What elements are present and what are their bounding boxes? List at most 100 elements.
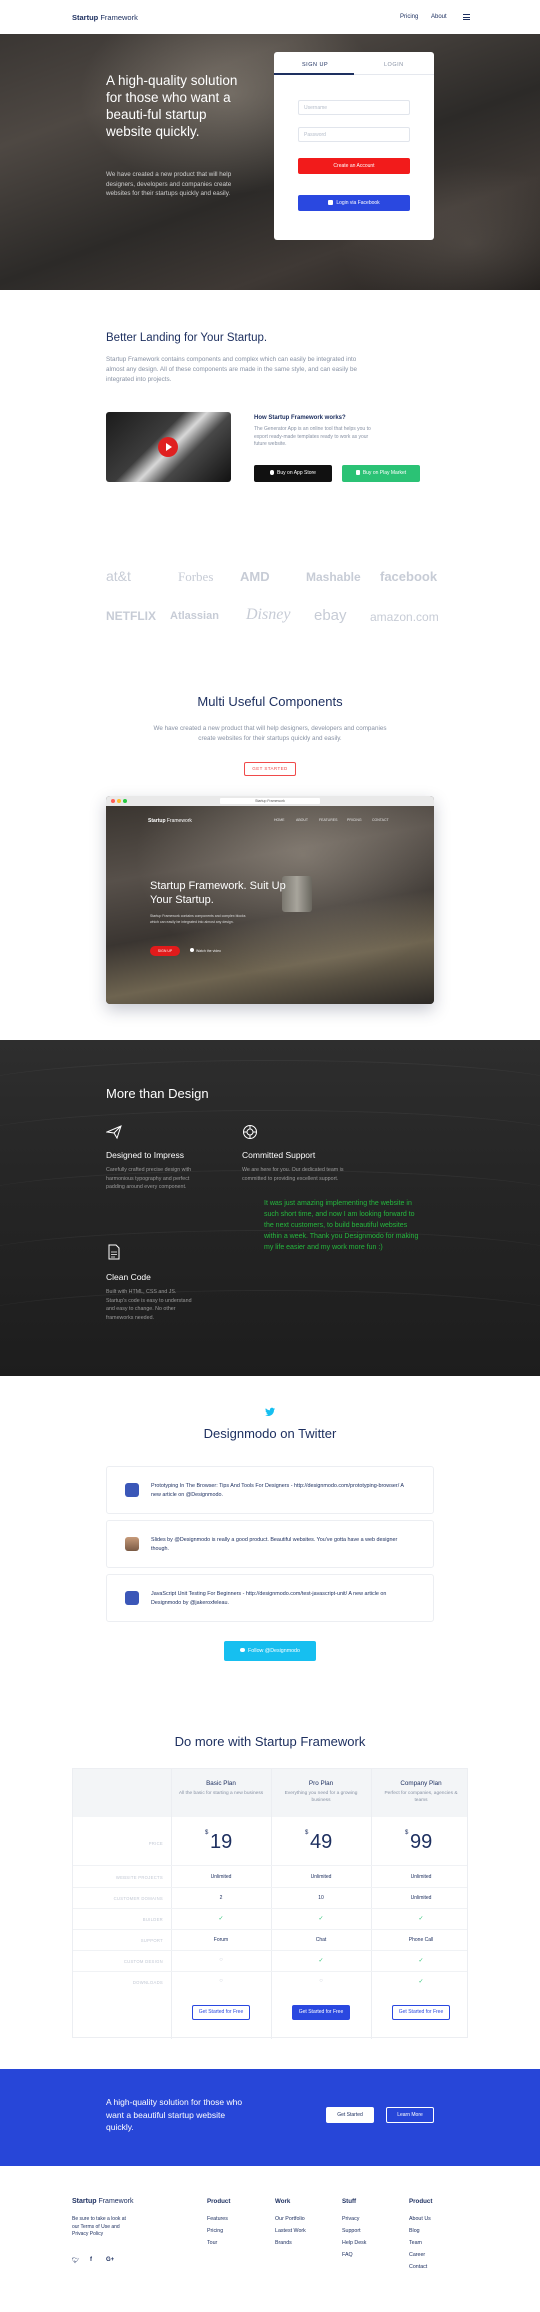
logo-amazon: amazon.com — [370, 610, 439, 624]
mock-video-link: Watch the video — [190, 948, 221, 953]
android-icon — [355, 469, 360, 475]
lifebuoy-icon — [243, 1125, 257, 1139]
footer-link[interactable]: Lastest Work — [275, 2228, 306, 2234]
footer-link[interactable]: FAQ — [342, 2252, 353, 2258]
bg-wave — [0, 1290, 540, 1350]
footer-link[interactable]: Our Portfolio — [275, 2216, 305, 2222]
cell-value: 2 — [219, 1895, 223, 1901]
check-icon: ✓ — [218, 1916, 224, 1922]
cta-get-started-button[interactable]: Get Started — [326, 2107, 374, 2123]
footer-column-title: Product — [207, 2198, 231, 2205]
landing-text: Startup Framework contains components an… — [106, 356, 357, 383]
minimize-dot — [117, 799, 121, 803]
app-store-button[interactable]: Buy on App Store — [254, 465, 332, 482]
footer-link[interactable]: Team — [409, 2240, 422, 2246]
facebook-login-button[interactable]: Login via Facebook — [298, 195, 410, 211]
browser-url-bar: Startup Framework — [220, 798, 320, 804]
tweet-card[interactable]: JavaScript Unit Testing For Beginners - … — [106, 1574, 434, 1622]
plan-name: Basic Plan — [206, 1780, 236, 1787]
pro-plan-button[interactable]: Get Started for Free — [292, 2005, 350, 2020]
nav-link-pricing[interactable]: Pricing — [400, 14, 418, 20]
cell-value: Phone Call — [408, 1937, 434, 1943]
logo-att: at&t — [106, 568, 131, 584]
brand-logo[interactable]: Startup Framework — [72, 13, 138, 22]
video-thumbnail[interactable] — [106, 412, 231, 482]
facebook-icon[interactable]: f — [90, 2257, 92, 2263]
footer-column-title: Stuff — [342, 2198, 357, 2205]
tweet-text: Prototyping In The Browser: Tips And Too… — [151, 1483, 404, 1498]
tab-login[interactable]: LOGIN — [384, 62, 404, 68]
footer-link[interactable]: Tour — [207, 2240, 217, 2246]
twitter-icon[interactable]: 🐦︎ — [72, 2257, 80, 2264]
cell-value: Unlimited — [410, 1874, 432, 1880]
cell-value: Chat — [315, 1937, 327, 1943]
landing-title: Better Landing for Your Startup. — [106, 332, 268, 344]
currency-symbol: $ — [205, 1830, 209, 1836]
footer-link[interactable]: Brands — [275, 2240, 292, 2246]
twitter-icon — [240, 1648, 246, 1652]
logo-amd: AMD — [240, 569, 270, 584]
row-label: CUSTOM DESIGN — [123, 1959, 163, 1964]
footer-link[interactable]: Help Desk — [342, 2240, 366, 2246]
row-label: DOWNLOADS — [132, 1980, 163, 1985]
plan-desc: Everything you need for a growing busine… — [284, 1791, 358, 1803]
footer-link[interactable]: About Us — [409, 2216, 431, 2222]
column-divider — [171, 1769, 172, 2039]
follow-button[interactable]: Follow @Designmodo — [224, 1641, 316, 1661]
company-plan-button[interactable]: Get Started for Free — [392, 2005, 450, 2020]
logo-ebay: ebay — [314, 607, 347, 624]
how-title: How Startup Framework works? — [254, 415, 346, 421]
row-label: CUSTOMER DOMAINS — [113, 1896, 163, 1901]
bg-wave — [0, 1110, 540, 1170]
logo-disney: Disney — [246, 606, 291, 623]
basic-plan-button[interactable]: Get Started for Free — [192, 2005, 250, 2020]
play-icon[interactable] — [158, 437, 178, 457]
tweet-card[interactable]: Slides by @Designmodo is really a good p… — [106, 1520, 434, 1568]
footer-brand[interactable]: Startup Framework — [72, 2198, 133, 2205]
pricing-title: Do more with Startup Framework — [174, 1734, 366, 1749]
hero-subtitle: We have created a new product that will … — [106, 171, 232, 197]
footer-link[interactable]: Blog — [409, 2228, 420, 2234]
username-field[interactable]: Username — [298, 100, 410, 115]
footer-link[interactable]: Support — [342, 2228, 361, 2234]
tab-active-indicator — [274, 73, 354, 75]
play-icon — [190, 948, 194, 952]
unavailable-icon: ○ — [319, 1978, 323, 1984]
footer-link[interactable]: Features — [207, 2216, 228, 2222]
plan-price: 49 — [310, 1831, 333, 1853]
footer-link[interactable]: Contact — [409, 2264, 427, 2270]
check-icon: ✓ — [418, 1958, 424, 1964]
google-plus-icon[interactable]: G+ — [106, 2257, 114, 2263]
mock-nav-home: HOME — [274, 818, 285, 822]
plan-price: 19 — [210, 1831, 233, 1853]
mock-nav-contact: CONTACT — [372, 818, 389, 822]
logo-netflix: NETFLIX — [106, 609, 156, 623]
maximize-dot — [123, 799, 127, 803]
footer-link[interactable]: Pricing — [207, 2228, 223, 2234]
plan-desc: All the basic for starting a new busines… — [178, 1791, 264, 1796]
nav-link-about[interactable]: About — [431, 14, 447, 20]
tweet-card[interactable]: Prototyping In The Browser: Tips And Too… — [106, 1466, 434, 1514]
row-divider — [73, 1929, 467, 1930]
hero-title: A high-quality solution for those who wa… — [106, 73, 238, 139]
cta-learn-more-button[interactable]: Learn More — [386, 2107, 434, 2123]
password-field[interactable]: Password — [298, 127, 410, 142]
tab-signup[interactable]: SIGN UP — [302, 62, 328, 68]
logo-forbes: Forbes — [178, 569, 214, 584]
get-started-button[interactable]: GET STARTED — [244, 762, 296, 776]
footer-link[interactable]: Career — [409, 2252, 425, 2258]
row-divider — [73, 1865, 467, 1866]
features-title: More than Design — [106, 1086, 209, 1101]
mock-nav-pricing: PRICING — [347, 818, 362, 822]
apple-icon — [270, 469, 275, 475]
paper-plane-icon — [106, 1125, 122, 1140]
logo-facebook: facebook — [380, 569, 438, 584]
row-label: WEBSITE PROJECTS — [115, 1875, 163, 1880]
cta-section — [0, 2069, 540, 2166]
footer-link[interactable]: Privacy — [342, 2216, 359, 2222]
hamburger-icon[interactable] — [463, 14, 470, 20]
play-market-button[interactable]: Buy on Play Market — [342, 465, 420, 482]
create-account-button[interactable]: Create an Account — [298, 158, 410, 174]
twitter-bird-icon — [265, 1407, 275, 1416]
close-dot — [111, 799, 115, 803]
